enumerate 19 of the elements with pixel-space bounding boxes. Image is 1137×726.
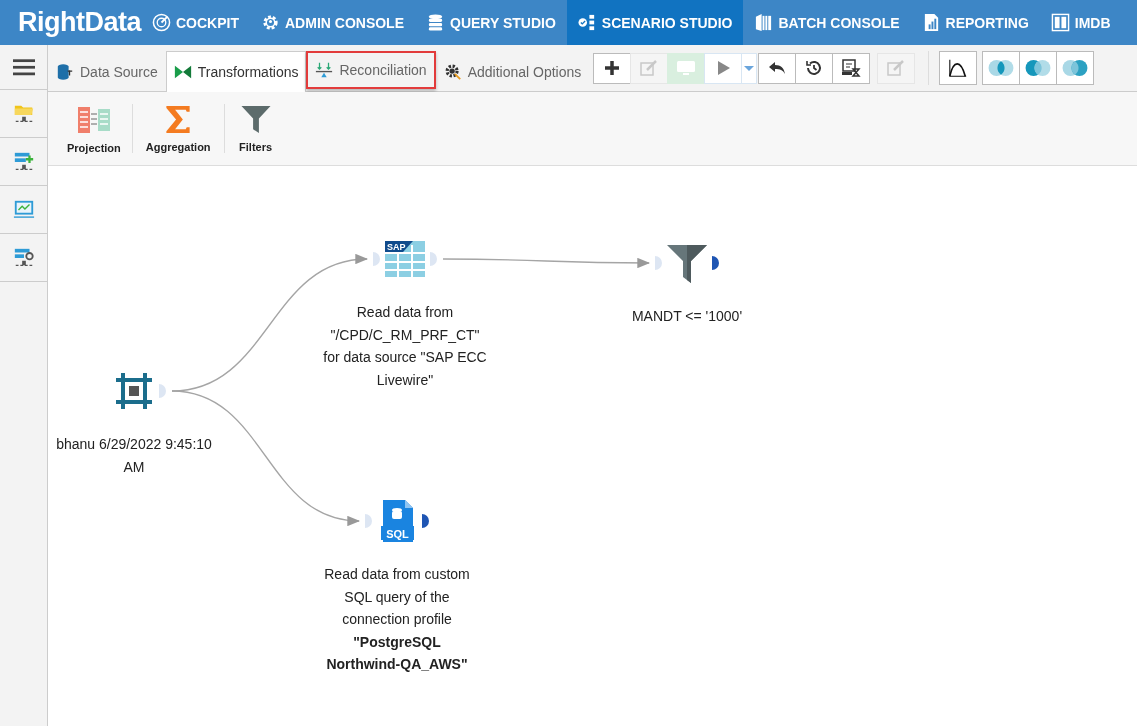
node-label: Read data from custom SQL query of the connection profile "PostgreSQL Northwind-QA_AWS": [323, 565, 471, 674]
node-label: MANDT <= '1000': [630, 307, 744, 326]
tab[interactable]: Data Source: [48, 51, 166, 91]
palette-item[interactable]: Filters: [223, 104, 287, 153]
logo[interactable]: RightData: [0, 0, 141, 45]
nav-item[interactable]: SCENARIO STUDIO: [566, 0, 744, 45]
palette-item[interactable]: Aggregation: [131, 104, 224, 153]
tab[interactable]: Transformations: [165, 51, 307, 92]
nav-item[interactable]: QUERY STUDIO: [415, 0, 567, 45]
nav-item[interactable]: ADMIN CONSOLE: [250, 0, 415, 45]
palette-item[interactable]: Projection: [56, 92, 132, 165]
nav-item[interactable]: COCKPIT: [141, 0, 250, 45]
tab[interactable]: Reconciliation: [306, 51, 436, 89]
nav-item[interactable]: REPORTING: [910, 0, 1040, 45]
nav-item[interactable]: BATCH CONSOLE: [743, 0, 911, 45]
tab[interactable]: Additional Options: [435, 51, 590, 91]
node-label: Read data from "/CPD/C_RM_PRF_CT" for data source "SAP ECC Livewire": [322, 303, 488, 390]
nav-item[interactable]: IMDB: [1039, 0, 1122, 45]
node-label: bhanu 6/29/2022 9:45:10 AM: [55, 435, 213, 477]
